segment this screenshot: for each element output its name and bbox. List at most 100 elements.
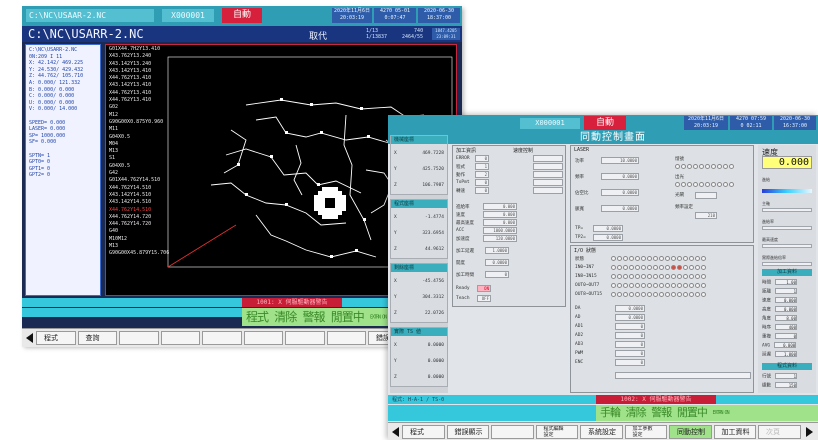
- softkey-7[interactable]: [285, 331, 325, 345]
- extra-value[interactable]: 0.0000: [485, 259, 509, 266]
- speed-column: 速度 0.000 進給 主軸 進給率 最高速度 實際進給倍率 加工資料 時間 1.00 距離 1 速…: [758, 145, 816, 393]
- tp2-value[interactable]: 0.0000: [593, 234, 623, 241]
- freq-value[interactable]: 210: [695, 212, 717, 219]
- machining-row-value[interactable]: 0.000: [774, 342, 797, 348]
- machining-row-value[interactable]: 0.000: [775, 297, 797, 303]
- center-value[interactable]: 0: [475, 155, 489, 162]
- center-label: ToPmt: [456, 180, 470, 185]
- center-value[interactable]: 2: [475, 171, 489, 178]
- machining-row-value[interactable]: 0: [775, 333, 797, 339]
- axis-line: V: 0.000/ 14.000: [29, 106, 78, 113]
- coord-value: 44.9612: [425, 247, 444, 252]
- io-field-value[interactable]: 0: [615, 341, 645, 348]
- mode-auto-badge[interactable]: 自動: [222, 8, 262, 23]
- machining-row-value[interactable]: 1.00: [775, 279, 797, 285]
- machining-data-title: 加工資料: [762, 269, 812, 276]
- softkey-6[interactable]: [243, 331, 283, 345]
- prev-page-icon[interactable]: [26, 333, 33, 343]
- coord-section-title: 機械座標: [391, 136, 447, 144]
- mode-auto-badge-2[interactable]: 自動: [584, 116, 626, 130]
- laser-value[interactable]: 0.0000: [601, 189, 639, 196]
- freq-label: 頻率設定: [675, 205, 693, 210]
- softkey-1[interactable]: 程式: [36, 331, 76, 345]
- coord-axis: X: [394, 343, 397, 348]
- softkey2-8[interactable]: 加工資料: [713, 425, 756, 439]
- status-alarm-2: 警報: [651, 406, 672, 419]
- laser-value[interactable]: 10.0000: [601, 157, 639, 164]
- softkey2-1[interactable]: 程式: [402, 425, 445, 439]
- io-bits: [611, 265, 706, 271]
- program-row-value[interactable]: 150: [775, 382, 797, 388]
- machining-row-value[interactable]: 0.000: [775, 306, 797, 312]
- extra-value[interactable]: 0: [485, 271, 509, 278]
- coord-value: 323.6954: [422, 231, 444, 236]
- speed-ctrl-value[interactable]: [533, 171, 563, 178]
- center-value[interactable]: 0: [475, 187, 489, 194]
- status-handwheel: 手輪: [600, 406, 621, 419]
- laser-title: LASER: [574, 147, 590, 153]
- machining-row: 速度 0.000: [762, 297, 797, 304]
- block-number-2: X000001: [520, 118, 580, 129]
- softkey2-9[interactable]: 次頁: [758, 425, 801, 439]
- coord-row: Y 425.7520: [391, 166, 447, 174]
- io-field-label: AD2: [575, 333, 584, 338]
- tp-value[interactable]: 0.0000: [593, 225, 623, 232]
- speed-ctrl-value[interactable]: [533, 163, 563, 170]
- io-field-value[interactable]: 0: [615, 350, 645, 357]
- softkey-8[interactable]: [326, 331, 366, 345]
- machining-row-label: 高度: [762, 307, 771, 313]
- softkey2-6[interactable]: 加工參數 設定: [624, 425, 667, 439]
- speed-ctrl-value[interactable]: [533, 179, 563, 186]
- center-value[interactable]: 1: [475, 163, 489, 170]
- io-bits: [611, 256, 706, 262]
- center-value[interactable]: 0: [475, 179, 489, 186]
- softkey2-7[interactable]: 同動控制: [669, 425, 712, 439]
- lamp-label: 燈號: [675, 157, 684, 162]
- speed-ctrl-value[interactable]: [533, 187, 563, 194]
- speed-ctrl-value[interactable]: [533, 155, 563, 162]
- io-large-field[interactable]: [615, 372, 751, 379]
- feed-value[interactable]: 0.000: [483, 219, 517, 226]
- io-field-value[interactable]: 0.0000: [615, 305, 645, 312]
- softkey-3[interactable]: [119, 331, 159, 345]
- machining-row-value[interactable]: 1.000: [775, 351, 797, 357]
- softkey-4[interactable]: [160, 331, 200, 345]
- feed-value[interactable]: 1000.0000: [483, 227, 517, 234]
- right-label: 主軸: [762, 201, 770, 206]
- io-field-value[interactable]: 0: [615, 323, 645, 330]
- softkey-5[interactable]: [202, 331, 242, 345]
- right-bar: [762, 262, 812, 266]
- softkey2-5[interactable]: 系統設定: [580, 425, 623, 439]
- laser-value[interactable]: 0.0000: [601, 173, 639, 180]
- coord-axis: Y: [394, 231, 397, 236]
- ready-value[interactable]: ON: [477, 285, 491, 292]
- laser-value[interactable]: 0.0000: [601, 205, 639, 212]
- extra-value[interactable]: 1.0000: [485, 247, 509, 254]
- machining-row-value[interactable]: 8.00: [775, 315, 797, 321]
- feed-value[interactable]: 0.000: [483, 203, 517, 210]
- coord-axis: Z: [394, 247, 397, 252]
- io-row-label: 狀態: [575, 257, 584, 262]
- axis-line: GPT2= 0: [29, 172, 51, 179]
- program-row-value[interactable]: 1: [775, 373, 797, 379]
- machining-row-value[interactable]: 1: [775, 288, 797, 294]
- io-field-value[interactable]: 0.0000: [615, 314, 645, 321]
- coord-value: 0.0000: [427, 359, 444, 364]
- softkey2-3[interactable]: [491, 425, 534, 439]
- status-idle: 閒置中: [330, 310, 365, 324]
- page-title: 同動控制畫面: [580, 132, 646, 143]
- prev-page-icon-2[interactable]: [392, 427, 399, 437]
- softkey-2[interactable]: 查詢: [77, 331, 117, 345]
- io-row-label: OUT0~OUT7: [575, 283, 600, 288]
- machining-row-value[interactable]: 400: [775, 324, 797, 330]
- lamp-indicators-1: [675, 164, 734, 170]
- axis-line: GPT1= 0: [29, 165, 51, 172]
- softkey2-2[interactable]: 錯誤顯示: [446, 425, 489, 439]
- io-field-value[interactable]: 0: [615, 332, 645, 339]
- softkey2-4[interactable]: 程式編輯 設定: [535, 425, 578, 439]
- io-field-value[interactable]: 0: [615, 359, 645, 366]
- feed-value[interactable]: 120.0000: [483, 235, 517, 242]
- feed-value[interactable]: 0.000: [483, 211, 517, 218]
- next-page-icon[interactable]: [806, 427, 813, 437]
- teach-value[interactable]: OFF: [477, 295, 491, 302]
